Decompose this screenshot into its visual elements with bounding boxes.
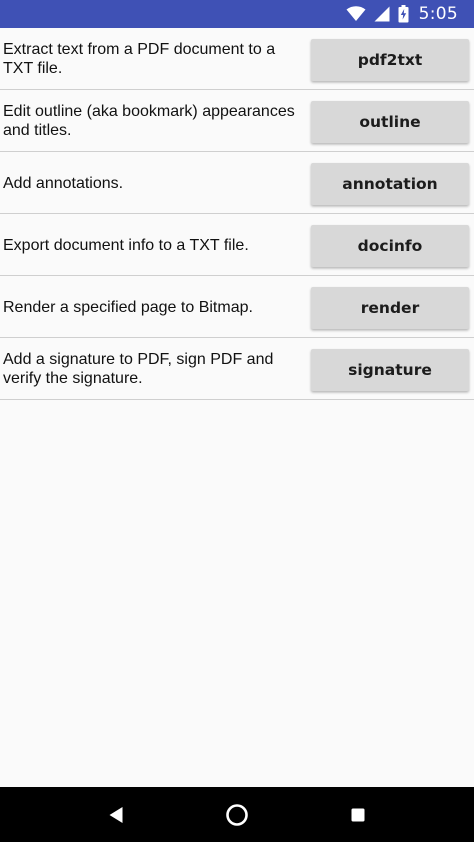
docinfo-button[interactable]: docinfo xyxy=(311,225,469,267)
render-button[interactable]: render xyxy=(311,287,469,329)
outline-button[interactable]: outline xyxy=(311,101,469,143)
list-item-signature: Add a signature to PDF, sign PDF and ver… xyxy=(0,338,474,400)
pdf2txt-button[interactable]: pdf2txt xyxy=(311,39,469,81)
app-screen: 5:05 Extract text from a PDF document to… xyxy=(0,0,474,842)
row-description: Render a specified page to Bitmap. xyxy=(3,298,253,316)
row-description: Export document info to a TXT file. xyxy=(3,236,249,254)
status-time: 5:05 xyxy=(418,4,458,24)
row-description: Add annotations. xyxy=(3,174,124,192)
navigation-bar xyxy=(0,787,474,842)
recents-icon[interactable] xyxy=(334,791,382,839)
signature-button[interactable]: signature xyxy=(311,349,469,391)
row-description: Add a signature to PDF, sign PDF and ver… xyxy=(3,351,274,387)
list-item-outline: Edit outline (aka bookmark) appearances … xyxy=(0,90,474,152)
feature-list: Extract text from a PDF document to a TX… xyxy=(0,28,474,400)
status-icons xyxy=(346,5,409,23)
battery-charging-icon xyxy=(398,5,409,23)
row-description: Edit outline (aka bookmark) appearances … xyxy=(3,103,295,139)
status-bar: 5:05 xyxy=(0,0,474,28)
home-icon[interactable] xyxy=(213,791,261,839)
cell-signal-icon xyxy=(374,6,390,22)
list-item-render: Render a specified page to Bitmap. rende… xyxy=(0,276,474,338)
list-item-annotation: Add annotations. annotation xyxy=(0,152,474,214)
row-description: Extract text from a PDF document to a TX… xyxy=(3,41,276,77)
wifi-icon xyxy=(346,6,366,22)
back-icon[interactable] xyxy=(92,791,140,839)
annotation-button[interactable]: annotation xyxy=(311,163,469,205)
list-item-pdf2txt: Extract text from a PDF document to a TX… xyxy=(0,28,474,90)
list-item-docinfo: Export document info to a TXT file. doci… xyxy=(0,214,474,276)
